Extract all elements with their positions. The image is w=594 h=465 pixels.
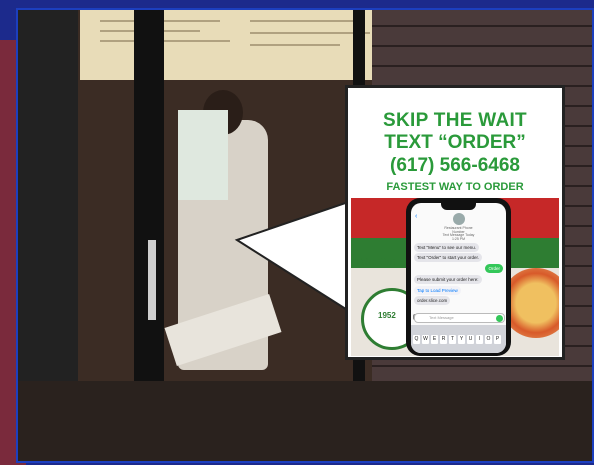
back-chevron-icon[interactable]: ‹ — [415, 213, 417, 220]
keyboard-key[interactable]: Q — [413, 335, 420, 344]
message-bubble: Please submit your order here: — [414, 275, 482, 284]
message-timestamp: Text Message Today 1:25 PM — [442, 233, 475, 241]
link-url[interactable]: order.slice.com — [414, 296, 451, 305]
callout-tagline: FASTEST WAY TO ORDER — [386, 181, 524, 193]
keyboard[interactable]: QWERTYUIOP — [411, 325, 506, 353]
message-bubble: Text "Menu" to see our menu. — [414, 243, 479, 252]
message-input[interactable]: Text Message — [414, 313, 505, 323]
send-icon[interactable] — [496, 315, 503, 322]
link-preview[interactable]: Tap to Load Preview — [414, 286, 461, 295]
keyboard-key[interactable]: E — [431, 335, 438, 344]
keyboard-key[interactable]: P — [494, 335, 501, 344]
phone-notch — [441, 203, 476, 210]
message-bubble-sent: Order — [485, 264, 503, 273]
callout-keyword: TEXT “ORDER” — [384, 132, 526, 153]
keyboard-key[interactable]: T — [449, 335, 456, 344]
message-bubble: Text "Order" to start your order. — [414, 253, 482, 262]
take-out-sign: Take Out — [355, 256, 396, 268]
keyboard-key[interactable]: R — [440, 335, 447, 344]
keyboard-key[interactable]: U — [467, 335, 474, 344]
image-frame: SKIP THE WAIT TEXT “ORDER” (617) 566-646… — [0, 0, 594, 465]
message-input-placeholder: Text Message — [429, 315, 454, 320]
phone-scene: Take Out 1952 ‹ Restaurant Phone Number … — [351, 198, 559, 356]
contact-avatar — [453, 213, 465, 225]
sms-order-callout: SKIP THE WAIT TEXT “ORDER” (617) 566-646… — [345, 85, 565, 360]
keyboard-key[interactable]: Y — [458, 335, 465, 344]
callout-headline: SKIP THE WAIT — [383, 110, 527, 131]
messages-screen: ‹ Restaurant Phone Number Text Message T… — [411, 203, 506, 353]
keyboard-key[interactable]: W — [422, 335, 429, 344]
callout-phone-number: (617) 566-6468 — [390, 155, 520, 176]
keyboard-key[interactable]: I — [476, 335, 483, 344]
seal-year: 1952 — [378, 311, 396, 320]
keyboard-key[interactable]: O — [485, 335, 492, 344]
smartphone: ‹ Restaurant Phone Number Text Message T… — [406, 198, 511, 356]
